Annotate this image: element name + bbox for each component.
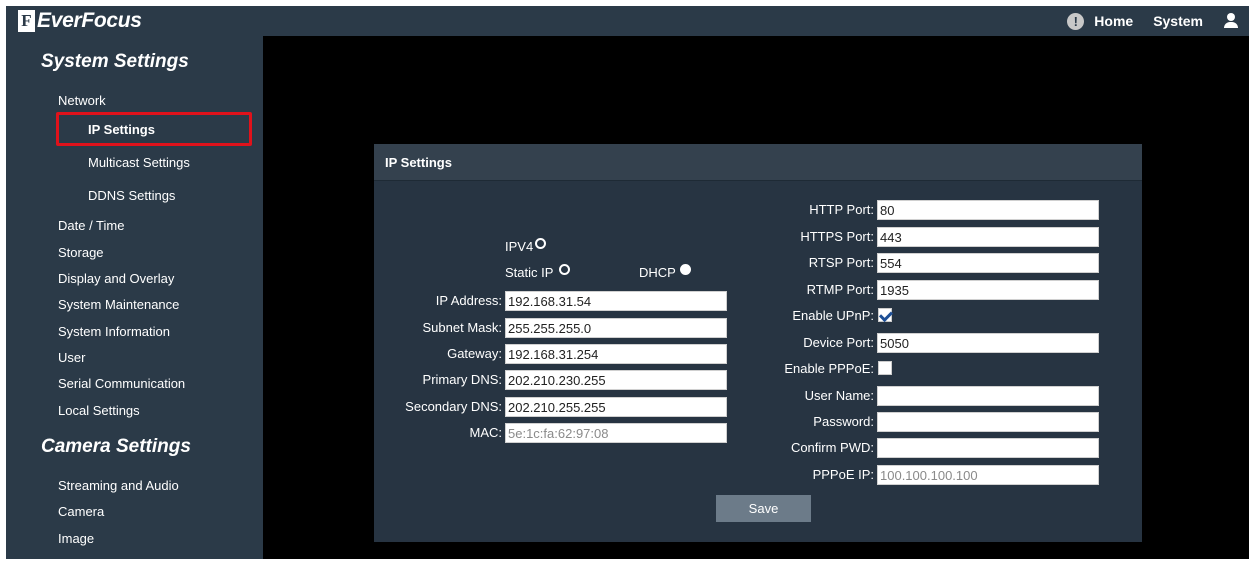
system-link[interactable]: System [1153, 13, 1203, 29]
mac-input [505, 423, 727, 443]
sidebar-item-ip-settings[interactable]: IP Settings [88, 122, 155, 137]
password-label: Password: [813, 414, 874, 429]
sidebar-item-camera[interactable]: Camera [58, 504, 104, 519]
sidebar-item-storage[interactable]: Storage [58, 245, 104, 260]
top-nav: ! Home System [1067, 6, 1239, 36]
camera-settings-heading: Camera Settings [41, 436, 191, 457]
http-port-input[interactable] [877, 200, 1099, 220]
sidebar-item-date-time[interactable]: Date / Time [58, 218, 124, 233]
user-name-input[interactable] [877, 386, 1099, 406]
static-ip-label: Static IP [505, 265, 554, 280]
sidebar-item-streaming-audio[interactable]: Streaming and Audio [58, 478, 179, 493]
http-port-label: HTTP Port: [809, 202, 874, 217]
sidebar-item-multicast-settings[interactable]: Multicast Settings [88, 155, 190, 170]
secondary-dns-input[interactable] [505, 397, 727, 417]
sidebar-item-network[interactable]: Network [58, 93, 106, 108]
brand-logo[interactable]: F EverFocus [18, 9, 142, 33]
enable-pppoe-checkbox[interactable] [878, 361, 892, 375]
user-icon[interactable] [1223, 13, 1239, 29]
brand-mark-icon: F [18, 10, 35, 32]
enable-pppoe-label: Enable PPPoE: [784, 361, 874, 376]
home-link[interactable]: Home [1094, 13, 1133, 29]
primary-dns-input[interactable] [505, 370, 727, 390]
sidebar-item-ddns-settings[interactable]: DDNS Settings [88, 188, 175, 203]
system-settings-heading: System Settings [41, 51, 189, 72]
save-button[interactable]: Save [716, 495, 811, 522]
sidebar-item-user[interactable]: User [58, 350, 85, 365]
password-input[interactable] [877, 412, 1099, 432]
top-bar: F EverFocus ! Home System [6, 6, 1249, 36]
https-port-label: HTTPS Port: [800, 229, 874, 244]
pppoe-ip-input[interactable] [877, 465, 1099, 485]
device-port-label: Device Port: [803, 335, 874, 350]
rtsp-port-input[interactable] [877, 253, 1099, 273]
user-name-label: User Name: [804, 388, 874, 403]
rtsp-port-label: RTSP Port: [808, 255, 874, 270]
alert-icon[interactable]: ! [1067, 12, 1085, 30]
ipv4-label: IPV4 [505, 239, 534, 254]
dhcp-label: DHCP [639, 265, 676, 280]
sidebar: System Settings Network IP Settings Mult… [6, 36, 263, 559]
device-port-input[interactable] [877, 333, 1099, 353]
panel-header: IP Settings [374, 144, 1142, 181]
confirm-pwd-label: Confirm PWD: [790, 440, 874, 455]
sidebar-item-system-maintenance[interactable]: System Maintenance [58, 297, 179, 312]
sidebar-item-image[interactable]: Image [58, 531, 94, 546]
primary-dns-label: Primary DNS: [422, 372, 502, 387]
enable-upnp-checkbox[interactable] [878, 308, 892, 322]
gateway-input[interactable] [505, 344, 727, 364]
ip-address-input[interactable] [505, 291, 727, 311]
ipv4-radio[interactable] [535, 238, 546, 249]
enable-upnp-label: Enable UPnP: [792, 308, 874, 323]
rtmp-port-label: RTMP Port: [806, 282, 874, 297]
https-port-input[interactable] [877, 227, 1099, 247]
app-window: F EverFocus ! Home System System Setting… [6, 6, 1249, 559]
brand-name: EverFocus [37, 9, 142, 32]
subnet-mask-label: Subnet Mask: [422, 320, 503, 335]
mac-label: MAC: [469, 425, 503, 440]
pppoe-ip-label: PPPoE IP: [812, 467, 874, 482]
ip-settings-panel: IP Settings IPV4 Static IP DHCP IP Addre… [374, 144, 1142, 542]
sidebar-item-local-settings[interactable]: Local Settings [58, 403, 140, 418]
static-ip-radio[interactable] [559, 264, 570, 275]
subnet-mask-input[interactable] [505, 318, 727, 338]
sidebar-item-system-information[interactable]: System Information [58, 324, 170, 339]
panel-title: IP Settings [385, 155, 452, 170]
dhcp-radio[interactable] [680, 264, 691, 275]
ip-address-label: IP Address: [435, 293, 502, 308]
rtmp-port-input[interactable] [877, 280, 1099, 300]
sidebar-item-serial-communication[interactable]: Serial Communication [58, 376, 185, 391]
confirm-pwd-input[interactable] [877, 438, 1099, 458]
secondary-dns-label: Secondary DNS: [405, 399, 502, 414]
sidebar-item-display-overlay[interactable]: Display and Overlay [58, 271, 174, 286]
gateway-label: Gateway: [447, 346, 502, 361]
